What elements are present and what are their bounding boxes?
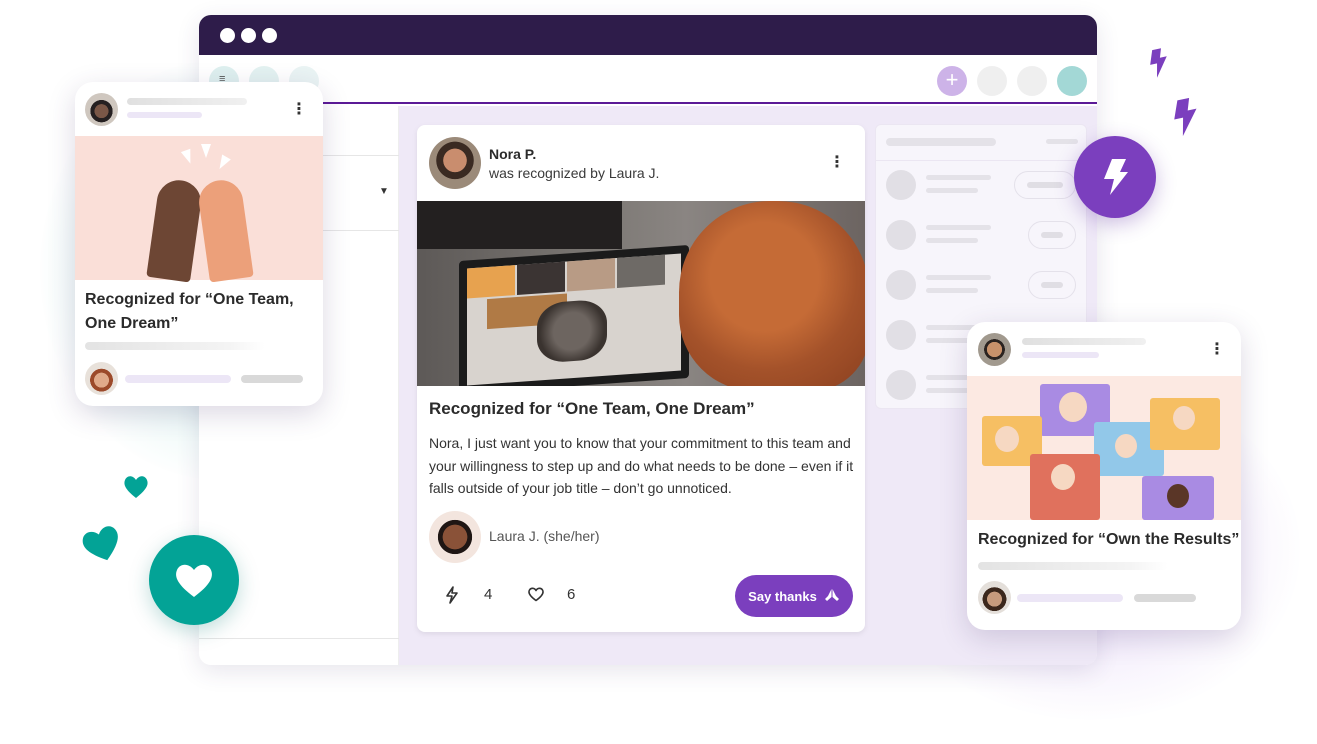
more-options-icon[interactable]: ⋮ [291,102,307,118]
skeleton-bar [125,375,231,383]
lightning-count: 4 [484,586,493,603]
skeleton-avatar [886,170,916,200]
skeleton-line [978,562,1168,570]
sender-name[interactable]: Laura J. (she/her) [489,528,600,544]
illustration-hand-dark [146,177,204,283]
toolbar-button[interactable] [1017,66,1047,96]
high-five-illustration [75,136,323,283]
lightning-icon [1174,98,1197,136]
skeleton-bar [886,138,996,146]
illustration-spark [180,148,196,166]
heart-icon [176,564,212,597]
illustration-person [1115,434,1137,458]
caret-down-icon: ▼ [379,186,389,197]
recognition-post-card: Nora P. was recognized by Laura J. ⋮ Rec… [417,125,865,632]
skeleton-avatar [886,320,916,350]
say-thanks-label: Say thanks [748,588,817,604]
skeleton-avatar [886,220,916,250]
photo-boxer-dog [537,298,607,364]
photo-video-tile [517,261,565,295]
skeleton-avatar [886,270,916,300]
photo-video-tile [567,258,615,292]
say-thanks-button[interactable]: Say thanks [735,575,853,617]
card-title: Recognized for “One Team, One Dream” [85,291,294,332]
skeleton-bar [926,225,991,230]
photo-fireplace [417,201,622,249]
skeleton-name [127,98,247,105]
photo-video-tile [467,265,515,299]
recipient-name[interactable]: Nora P. [489,146,536,162]
window-dot[interactable] [241,27,256,43]
more-options-icon[interactable]: ⋮ [829,155,845,171]
recipient-avatar [85,362,118,395]
skeleton-bar [1017,594,1123,602]
lightning-badge [1074,136,1156,218]
heart-icon [82,526,118,561]
divider [876,160,1086,161]
app-toolbar: ≡ + [199,55,1097,104]
recipient-avatar[interactable] [429,137,481,189]
heart-outline-icon[interactable] [527,586,545,606]
team-video-call-illustration [967,376,1241,520]
illustration-person [1051,464,1075,490]
illustration-hand-light [196,177,254,283]
illustration-person [1173,406,1195,430]
photo-laptop [459,244,689,386]
skeleton-avatar [886,370,916,400]
more-options-icon[interactable]: ⋮ [1209,342,1225,358]
skeleton-subtitle [1022,352,1099,358]
post-message: Nora, I just want you to know that your … [429,435,854,496]
illustration-person [1167,484,1189,508]
sender-avatar[interactable] [429,511,481,563]
user-avatar-button[interactable] [1057,66,1087,96]
illustration-spark [201,144,211,158]
recognition-card-right[interactable]: ⋮ Recognized for “Own the Results” [967,322,1241,630]
photo-doodle-dog [679,201,865,386]
window-dot[interactable] [220,27,235,43]
heart-badge [149,535,239,625]
recognition-card-left[interactable]: ⋮ Recognized for “One Team, One Dream” [75,82,323,406]
giver-avatar [85,93,118,126]
illustration-person [1059,392,1087,422]
skeleton-line [85,342,265,350]
skeleton-name [1022,338,1146,345]
add-button[interactable]: + [937,66,967,96]
heart-count: 6 [567,586,576,603]
lightning-icon [1104,159,1128,195]
skeleton-bar [926,238,978,243]
heart-icon [124,476,148,498]
recognized-by-text: was recognized by Laura J. [489,165,660,181]
window-dot[interactable] [262,27,277,43]
post-photo [417,201,865,386]
window-titlebar [199,15,1097,55]
photo-laptop-screen [467,253,681,386]
sidebar-divider [199,638,399,639]
giver-avatar [978,333,1011,366]
skeleton-bar [926,188,978,193]
skeleton-bar [926,175,991,180]
skeleton-bar [1134,594,1196,602]
illustration-person [995,426,1019,452]
toolbar-button[interactable] [977,66,1007,96]
card-title: Recognized for “Own the Results” [978,531,1240,548]
skeleton-button[interactable] [1028,271,1076,299]
illustration-spark [215,154,231,172]
praying-hands-icon [824,588,840,605]
skeleton-button[interactable] [1014,171,1076,199]
photo-video-tile [617,254,665,288]
recipient-avatar [978,581,1011,614]
skeleton-bar [1046,139,1078,144]
skeleton-bar [926,275,991,280]
lightning-icon [1150,48,1167,78]
skeleton-button[interactable] [1028,221,1076,249]
skeleton-bar [926,288,978,293]
post-title: Recognized for “One Team, One Dream” [429,399,755,418]
skeleton-bar [241,375,303,383]
lightning-icon[interactable] [444,586,460,608]
skeleton-subtitle [127,112,202,118]
